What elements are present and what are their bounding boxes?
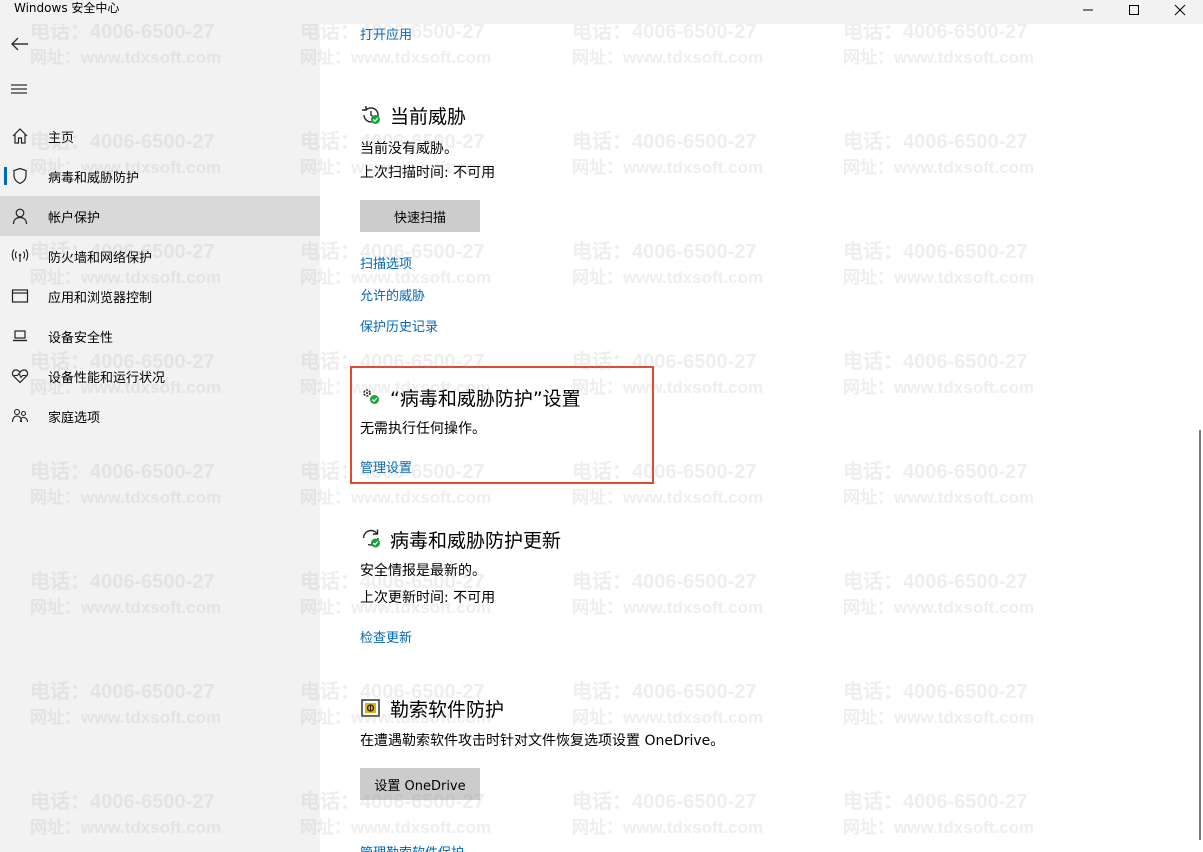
manage-settings-link[interactable]: 管理设置 <box>360 457 412 476</box>
maximize-icon <box>1129 5 1139 15</box>
hamburger-icon <box>11 84 27 94</box>
back-button[interactable] <box>8 32 32 56</box>
laptop-icon <box>13 330 27 342</box>
protection-history-link[interactable]: 保护历史记录 <box>360 316 438 335</box>
updates-status: 安全情报是最新的。 <box>360 563 486 579</box>
sidebar-item-label: 设备安全性 <box>48 330 114 346</box>
setup-onedrive-button[interactable]: 设置 OneDrive <box>360 768 480 800</box>
sidebar-item-home[interactable]: 主页 <box>0 116 320 156</box>
settings-title: “病毒和威胁防护”设置 <box>390 388 581 410</box>
sidebar-item-label: 家庭选项 <box>48 410 101 426</box>
ransomware-description: 在遭遇勒索软件攻击时针对文件恢复选项设置 OneDrive。 <box>360 733 725 749</box>
person-icon <box>12 208 28 225</box>
update-refresh-icon <box>362 529 380 548</box>
ransomware-folder-icon <box>361 699 380 717</box>
sidebar-item-label: 应用和浏览器控制 <box>48 290 153 306</box>
app-title: Windows 安全中心 <box>14 1 120 15</box>
heart-pulse-icon <box>11 369 29 384</box>
main-content: 打开应用 当前威胁 当前没有威胁。 上次扫描时间: 不可用 快速扫描 扫描选项 … <box>320 24 1192 852</box>
sidebar-item-account-protection[interactable]: 帐户保护 <box>0 196 320 236</box>
manage-ransomware-link[interactable]: 管理勒索软件保护 <box>360 842 464 852</box>
title-bar: Windows 安全中心 <box>0 0 1203 24</box>
updates-title: 病毒和威胁防护更新 <box>390 530 562 552</box>
ransomware-title: 勒索软件防护 <box>390 699 505 721</box>
sidebar-item-device-performance[interactable]: 设备性能和运行状况 <box>0 356 320 396</box>
last-update-text: 上次更新时间: 不可用 <box>360 590 496 606</box>
close-icon <box>1174 4 1186 16</box>
sidebar-item-label: 设备性能和运行状况 <box>48 370 166 386</box>
sidebar-item-label: 主页 <box>48 130 75 146</box>
current-threats-status: 当前没有威胁。 <box>360 141 458 157</box>
maximize-button[interactable] <box>1111 0 1157 20</box>
back-arrow-icon <box>11 37 28 51</box>
quick-scan-button[interactable]: 快速扫描 <box>360 200 480 232</box>
hamburger-menu-button[interactable] <box>8 78 32 102</box>
current-threats-title: 当前威胁 <box>390 106 467 128</box>
wireless-icon <box>11 249 29 262</box>
sidebar-item-family-options[interactable]: 家庭选项 <box>0 396 320 436</box>
sidebar-item-device-security[interactable]: 设备安全性 <box>0 316 320 356</box>
last-scan-text: 上次扫描时间: 不可用 <box>360 165 496 181</box>
settings-gears-icon <box>363 389 379 404</box>
check-updates-link[interactable]: 检查更新 <box>360 627 412 646</box>
sidebar: 主页 病毒和威胁防护 帐户保护 防火墙和网络保护 应用和浏览器控制 设备安全性 … <box>0 24 320 852</box>
sidebar-item-label: 防火墙和网络保护 <box>48 250 153 266</box>
shield-icon <box>13 167 27 185</box>
sidebar-item-label: 帐户保护 <box>48 210 101 226</box>
threat-history-icon <box>362 106 380 124</box>
scan-options-link[interactable]: 扫描选项 <box>360 253 412 272</box>
home-icon <box>12 128 28 144</box>
sidebar-nav: 主页 病毒和威胁防护 帐户保护 防火墙和网络保护 应用和浏览器控制 设备安全性 … <box>0 116 320 436</box>
sidebar-item-label: 病毒和威胁防护 <box>48 170 140 186</box>
family-icon <box>11 408 29 423</box>
settings-status: 无需执行任何操作。 <box>360 421 486 437</box>
active-indicator <box>4 167 7 185</box>
close-button[interactable] <box>1157 0 1203 20</box>
sidebar-item-firewall[interactable]: 防火墙和网络保护 <box>0 236 320 276</box>
open-app-link[interactable]: 打开应用 <box>360 24 412 43</box>
sidebar-item-virus-protection[interactable]: 病毒和威胁防护 <box>0 156 320 196</box>
minimize-button[interactable] <box>1065 0 1111 20</box>
sidebar-item-app-browser[interactable]: 应用和浏览器控制 <box>0 276 320 316</box>
minimize-icon <box>1083 9 1093 11</box>
app-window-icon <box>11 289 29 303</box>
scrollbar[interactable] <box>1199 430 1201 840</box>
window-controls <box>1065 0 1203 24</box>
allowed-threats-link[interactable]: 允许的威胁 <box>360 285 425 304</box>
